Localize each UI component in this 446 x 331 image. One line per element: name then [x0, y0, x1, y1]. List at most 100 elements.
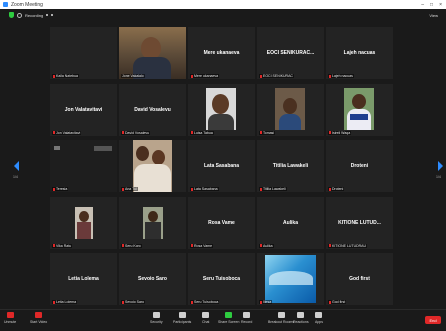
participant-tile[interactable]: Sevoio Saro Sevoio Saro — [119, 253, 186, 305]
muted-mic-icon — [329, 244, 331, 248]
close-button[interactable]: × — [439, 2, 442, 8]
minimize-button[interactable]: – — [421, 2, 424, 8]
breakout-rooms-icon — [277, 312, 285, 318]
participant-label: Teresia — [52, 187, 69, 191]
participant-video — [94, 146, 112, 151]
participant-tile[interactable]: Droteni Droteni — [326, 140, 393, 192]
participant-tile[interactable]: Isireli Waqa — [326, 83, 393, 136]
participant-tile[interactable]: God first God first — [326, 253, 393, 305]
participant-label: God first — [328, 300, 347, 304]
meeting-toolbar: Unmute Start Video Security Participants… — [0, 309, 446, 331]
window-title: Zoom Meeting — [11, 1, 43, 8]
recording-label: Recording — [25, 12, 44, 18]
muted-mic-icon — [53, 131, 55, 135]
share-screen-button[interactable]: Share Screen — [218, 312, 239, 324]
security-button[interactable]: Security — [150, 312, 163, 324]
participant-label: Droteni — [328, 187, 345, 191]
participant-tile[interactable]: Titilia Lawakeli Titilia Lawakeli — [257, 140, 324, 192]
participant-label: Ana Tui — [121, 187, 138, 191]
participant-tile[interactable]: Vika Ratu — [50, 196, 117, 249]
muted-mic-icon — [191, 131, 193, 135]
chat-label: Chat — [202, 320, 210, 324]
participant-video — [212, 93, 229, 114]
participants-icon — [178, 312, 186, 318]
participant-tile[interactable]: Jon Valatavitavi Jon Valatavitavi — [50, 83, 117, 136]
participant-video — [152, 150, 165, 165]
breakout-rooms-button[interactable]: Breakout Rooms — [268, 312, 294, 324]
participant-video — [350, 113, 368, 120]
participant-name: Letia Lolema — [68, 276, 99, 282]
gallery-grid: Kaila Natebua Jone Vakalalo Mere ukanaev… — [50, 27, 393, 305]
participant-tile[interactable]: Aulika Aulika — [257, 196, 324, 249]
participant-label: Luisa Tabua — [190, 130, 214, 135]
participant-label: Isireli Waqa — [328, 130, 352, 135]
participant-name: Seru Tuisoboca — [202, 276, 241, 282]
participant-tile[interactable]: Lajeh nacuas Lajeh nacuas — [326, 27, 393, 79]
participant-video — [269, 271, 313, 285]
participants-button[interactable]: Participants — [173, 312, 191, 324]
participant-tile[interactable]: EOCI SENIKURAC... EOCI SENIKURAC — [257, 27, 324, 79]
participant-tile[interactable]: Teresia — [50, 140, 117, 192]
participant-tile[interactable]: Kaila Natebua — [50, 27, 117, 79]
shield-icon[interactable] — [9, 12, 14, 18]
reactions-button[interactable]: Reactions — [293, 312, 309, 324]
participant-video — [141, 37, 161, 59]
page-indicator-left: 1/4 — [13, 175, 18, 179]
participant-label: Lata Sasabana — [190, 187, 219, 191]
muted-mic-icon — [122, 300, 124, 304]
participant-tile[interactable]: Seru Tuisoboca Seru Tuisoboca — [188, 253, 255, 305]
participant-video — [208, 113, 234, 130]
share-screen-icon — [225, 312, 233, 318]
participant-tile[interactable]: Letia Lolema Letia Lolema — [50, 253, 117, 305]
unmute-label: Unmute — [4, 320, 17, 324]
participant-name: Mere ukanaeva — [203, 50, 240, 56]
info-icon[interactable] — [17, 12, 22, 18]
participant-name: David Vosalevu — [134, 106, 171, 113]
participant-tile-speaking[interactable]: Jone Vakalalo — [119, 27, 186, 79]
chat-button[interactable]: Chat — [202, 312, 209, 324]
participant-tile[interactable]: Seru Koro — [119, 196, 186, 249]
participant-video — [283, 97, 297, 114]
participant-name: EOCI SENIKURAC... — [266, 50, 315, 56]
participant-video — [148, 210, 158, 222]
participant-tile[interactable]: David Vosalevu David Vosalevu — [119, 83, 186, 136]
record-label: Record — [241, 320, 253, 324]
reactions-label: Reactions — [293, 320, 309, 324]
apps-label: Apps — [315, 320, 323, 324]
muted-mic-icon — [329, 187, 331, 191]
end-meeting-button[interactable]: End — [425, 316, 441, 324]
participant-tile[interactable]: Ana Tui — [119, 140, 186, 192]
participant-label: Aulika — [259, 243, 274, 248]
muted-mic-icon — [122, 187, 124, 191]
muted-mic-icon — [122, 131, 124, 135]
record-button[interactable]: Record — [241, 312, 252, 324]
participant-label: Jone Vakalalo — [121, 74, 145, 78]
participant-label: Letia Lolema — [52, 300, 78, 304]
muted-mic-icon — [329, 131, 331, 135]
participant-tile[interactable]: Mere ukanaeva Mere ukanaeva — [188, 27, 255, 79]
participant-name: God first — [349, 276, 370, 282]
participant-tile[interactable]: Lata Sasabana Lata Sasabana — [188, 140, 255, 192]
previous-page-icon[interactable] — [14, 161, 19, 171]
apps-button[interactable]: Apps — [315, 312, 323, 324]
maximize-button[interactable]: □ — [430, 2, 433, 8]
participant-name: Lajeh nacuas — [343, 50, 376, 56]
unmute-button[interactable]: Unmute — [4, 312, 16, 324]
participant-label: Seru Tuisoboca — [190, 300, 220, 304]
participant-tile[interactable]: KITIONE LUTUD... KITIONE LUTUDRAU — [326, 196, 393, 249]
participant-label: Vika Ratu — [52, 243, 73, 248]
muted-mic-icon — [191, 244, 193, 248]
participant-tile[interactable]: Luisa Tabua — [188, 83, 255, 136]
participant-video — [136, 146, 149, 161]
view-button[interactable]: View — [429, 13, 438, 18]
breakout-rooms-label: Breakout Rooms — [268, 320, 295, 324]
muted-mic-icon — [191, 187, 193, 191]
record-icon — [243, 312, 251, 318]
participant-video — [77, 221, 91, 239]
participant-tile[interactable]: Rosa Vame Rosa Vame — [188, 196, 255, 249]
meeting-info-bar: Recording View — [0, 9, 446, 21]
participant-tile[interactable]: Tomasi — [257, 83, 324, 136]
start-video-button[interactable]: Start Video — [30, 312, 47, 324]
next-page-icon[interactable] — [438, 161, 443, 171]
participant-tile[interactable]: Iliesa — [257, 253, 324, 305]
